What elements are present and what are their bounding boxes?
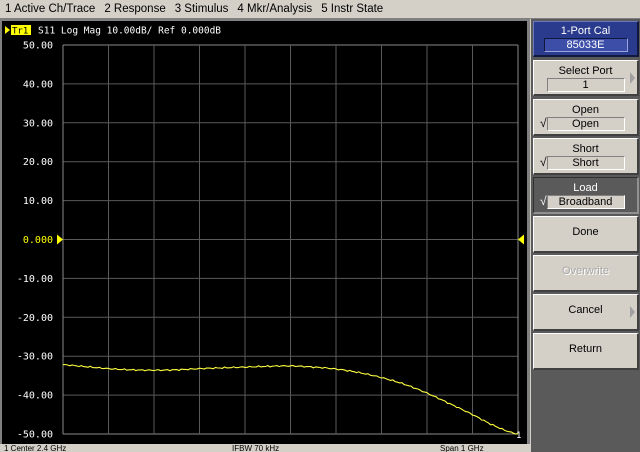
menu-mkr-analysis[interactable]: 4 Mkr/Analysis — [232, 3, 316, 15]
y-tick-label: 10.00 — [23, 196, 53, 207]
short-button[interactable]: √ Short Short — [533, 138, 639, 175]
status-ifbw: IFBW 70 kHz — [232, 444, 280, 452]
load-value: Broadband — [546, 195, 625, 209]
y-tick-label: -40.00 — [17, 391, 53, 402]
softkey-title: 1-Port Cal 85033E — [533, 21, 639, 57]
status-center: 1 Center 2.4 GHz — [4, 444, 67, 452]
open-label: Open — [572, 104, 599, 116]
cal-kit-value: 85033E — [543, 38, 628, 52]
open-value: Open — [546, 117, 625, 131]
status-bar: 1 Center 2.4 GHz IFBW 70 kHz Span 1 GHz — [0, 444, 530, 452]
open-checkmark-icon: √ — [540, 116, 547, 130]
select-port-button[interactable]: Select Port 1 — [533, 60, 639, 96]
y-tick-label: 30.00 — [23, 118, 53, 129]
y-tick-label: 0.000 — [23, 235, 53, 246]
y-tick-labels: 50.00 40.00 30.00 20.00 10.00 0.000 -10.00 -20.… — [17, 41, 53, 441]
load-checkmark-icon: √ — [540, 194, 547, 208]
cancel-button[interactable]: Cancel — [533, 294, 639, 331]
reference-marker-right-icon[interactable] — [518, 234, 524, 245]
cancel-label: Cancel — [568, 304, 603, 316]
softkey-title-label: 1-Port Cal — [560, 25, 611, 37]
select-port-label: Select Port — [558, 65, 613, 77]
active-trace-arrow-icon — [5, 26, 10, 34]
trace-plot: 50.00 40.00 30.00 20.00 10.00 0.000 -10.00 -20.… — [5, 25, 524, 441]
graticule — [62, 44, 519, 435]
select-port-value: 1 — [546, 78, 625, 92]
trace-badge-label: Tr1 — [12, 27, 28, 37]
reference-marker-left-icon[interactable] — [57, 234, 63, 245]
y-tick-label: 50.00 — [23, 41, 53, 52]
short-value: Short — [546, 156, 625, 170]
menu-stimulus[interactable]: 3 Stimulus — [170, 3, 233, 15]
status-span: Span 1 GHz — [440, 444, 484, 452]
overwrite-button[interactable]: Overwrite — [533, 255, 639, 292]
trace-end-marker-label: 1 — [516, 431, 521, 441]
softkey-panel: 1-Port Cal 85033E Select Port 1 √ Open O… — [531, 19, 640, 452]
menu-active-ch-trace[interactable]: 1 Active Ch/Trace — [0, 3, 99, 15]
short-checkmark-icon: √ — [540, 155, 547, 169]
menu-instr-state[interactable]: 5 Instr State — [316, 3, 387, 15]
y-tick-label: -10.00 — [17, 274, 53, 285]
y-tick-label: -20.00 — [17, 313, 53, 324]
trace-header-text: S11 Log Mag 10.00dB/ Ref 0.000dB — [38, 26, 221, 37]
return-button[interactable]: Return — [533, 333, 639, 370]
load-button[interactable]: √ Load Broadband — [533, 177, 639, 214]
done-button[interactable]: Done — [533, 216, 639, 253]
open-button[interactable]: √ Open Open — [533, 99, 639, 136]
menu-response[interactable]: 2 Response — [99, 3, 169, 15]
y-tick-label: -30.00 — [17, 352, 53, 363]
submenu-arrow-icon — [630, 306, 635, 318]
submenu-arrow-icon — [630, 71, 635, 84]
load-label: Load — [573, 182, 598, 194]
trace-header: Tr1 S11 Log Mag 10.00dB/ Ref 0.000dB — [5, 25, 221, 37]
chart-frame: 50.00 40.00 30.00 20.00 10.00 0.000 -10.00 -20.… — [0, 19, 530, 452]
short-label: Short — [572, 143, 599, 155]
menu-bar: 1 Active Ch/Trace 2 Response 3 Stimulus … — [0, 0, 640, 19]
y-tick-label: -50.00 — [17, 430, 53, 441]
trace-display[interactable]: 50.00 40.00 30.00 20.00 10.00 0.000 -10.00 -20.… — [2, 21, 527, 452]
y-tick-label: 20.00 — [23, 157, 53, 168]
y-tick-label: 40.00 — [23, 79, 53, 90]
